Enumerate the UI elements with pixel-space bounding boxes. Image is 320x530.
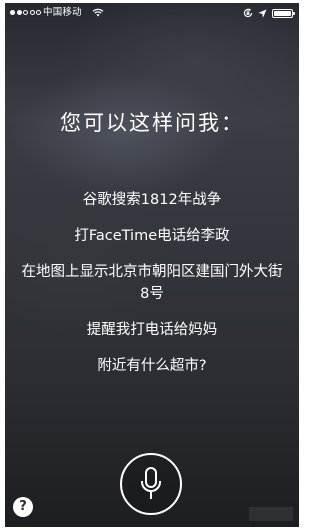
signal-dot (29, 10, 35, 15)
signal-dot (16, 10, 22, 15)
help-button[interactable]: ? (13, 497, 33, 517)
status-bar: 中国移动 (5, 3, 299, 23)
suggestion-item[interactable]: 谷歌搜索1812年战争 (5, 189, 299, 211)
rotation-lock-icon (243, 8, 253, 18)
siri-prompt-title: 您可以这样问我： (60, 111, 244, 135)
signal-dot (23, 10, 28, 15)
suggestion-item[interactable]: 附近有什么超市? (5, 355, 299, 377)
signal-dot (36, 10, 41, 15)
status-right-group (243, 7, 295, 19)
location-arrow-icon (258, 8, 267, 18)
suggestion-item[interactable]: 打FaceTime电话给李政 (5, 225, 299, 247)
siri-microphone-button[interactable] (120, 453, 182, 515)
signal-dot (10, 10, 15, 15)
battery-icon (272, 8, 295, 18)
battery-level-fill (274, 10, 291, 16)
carrier-name: 中国移动 (43, 7, 82, 18)
wifi-icon (92, 8, 104, 17)
siri-screen: 中国移动 您可以这样问我： 谷歌搜索1812年战争 打FaceTime电话给李政 (5, 3, 299, 527)
watermark (249, 507, 293, 521)
suggestion-item[interactable]: 提醒我打电话给妈妈 (5, 319, 299, 341)
microphone-icon (141, 467, 161, 499)
signal-strength-indicator (10, 10, 41, 16)
suggestion-item[interactable]: 在地图上显示北京市朝阳区建国门外大街8号 (5, 261, 299, 305)
suggestion-list: 谷歌搜索1812年战争 打FaceTime电话给李政 在地图上显示北京市朝阳区建… (5, 189, 299, 377)
